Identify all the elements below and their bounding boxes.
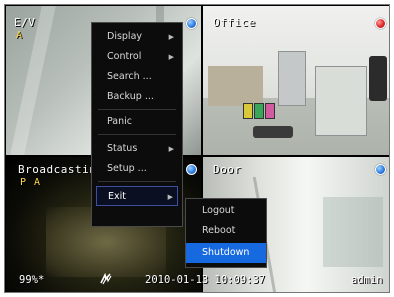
scene-bin [243, 103, 253, 119]
network-icon [99, 272, 113, 288]
scene-bin [265, 103, 275, 119]
camera-label: Door [213, 163, 242, 176]
scene-cabinet [278, 51, 306, 106]
camera-label: E/V [14, 16, 36, 29]
status-indicator-icon [186, 164, 197, 175]
status-indicator-icon [375, 164, 386, 175]
camera-sub-label: P A [20, 177, 42, 188]
scene-cables [253, 126, 293, 138]
menu-item-label: Control [107, 51, 142, 62]
menu-item-control[interactable]: Control ▶ [92, 47, 182, 67]
status-indicator-icon [186, 18, 197, 29]
camera-label: Broadcastin [18, 163, 97, 176]
camera-tile-office[interactable]: Office [203, 6, 389, 155]
submenu-arrow-icon: ▶ [168, 33, 174, 41]
submenu-arrow-icon: ▶ [168, 145, 174, 153]
scene-cabinet [315, 66, 367, 136]
current-user: admin [351, 274, 383, 286]
scene-shelf [208, 66, 263, 106]
menu-item-label: Search ... [107, 71, 152, 82]
menu-item-label: Setup ... [107, 163, 147, 174]
menu-item-label: Panic [107, 116, 133, 127]
menu-item-search[interactable]: Search ... [92, 67, 182, 87]
menu-item-backup[interactable]: Backup ... [92, 87, 182, 107]
disk-usage: 99%* [19, 274, 45, 286]
dvr-monitor-screen: E/V A Office Broadcastin P A Door 99%* 2… [4, 4, 390, 293]
submenu-item-label: Shutdown [202, 247, 250, 258]
status-bar: 99%* 2010-01-13 10:09:37 admin [5, 272, 389, 290]
submenu-item-shutdown[interactable]: Shutdown [186, 243, 266, 263]
menu-item-status[interactable]: Status ▶ [92, 139, 182, 159]
menu-item-label: Backup ... [107, 91, 154, 102]
scene-coat [369, 56, 387, 101]
menu-separator [98, 134, 176, 135]
camera-label: Office [213, 16, 256, 29]
submenu-item-logout[interactable]: Logout [186, 201, 266, 221]
status-indicator-icon [375, 18, 386, 29]
exit-submenu: Logout Reboot Shutdown [185, 198, 267, 268]
submenu-item-reboot[interactable]: Reboot [186, 221, 266, 241]
menu-item-setup[interactable]: Setup ... [92, 159, 182, 179]
main-menu: Display ▶ Control ▶ Search ... Backup ..… [91, 22, 183, 227]
menu-item-panic[interactable]: Panic [92, 112, 182, 132]
menu-item-exit[interactable]: Exit ▶ [96, 186, 178, 206]
menu-item-label: Status [107, 143, 138, 154]
datetime: 2010-01-13 10:09:37 [145, 274, 266, 286]
scene-glass-door [323, 197, 383, 267]
camera-sub-label: A [16, 30, 24, 41]
submenu-arrow-icon: ▶ [168, 53, 174, 61]
menu-item-label: Display [107, 31, 143, 42]
menu-separator [98, 181, 176, 182]
submenu-arrow-icon: ▶ [167, 193, 173, 201]
submenu-item-label: Reboot [202, 225, 236, 236]
scene-bin [254, 103, 264, 119]
menu-item-label: Exit [108, 191, 126, 202]
submenu-item-label: Logout [202, 205, 235, 216]
menu-item-display[interactable]: Display ▶ [92, 27, 182, 47]
menu-separator [98, 109, 176, 110]
